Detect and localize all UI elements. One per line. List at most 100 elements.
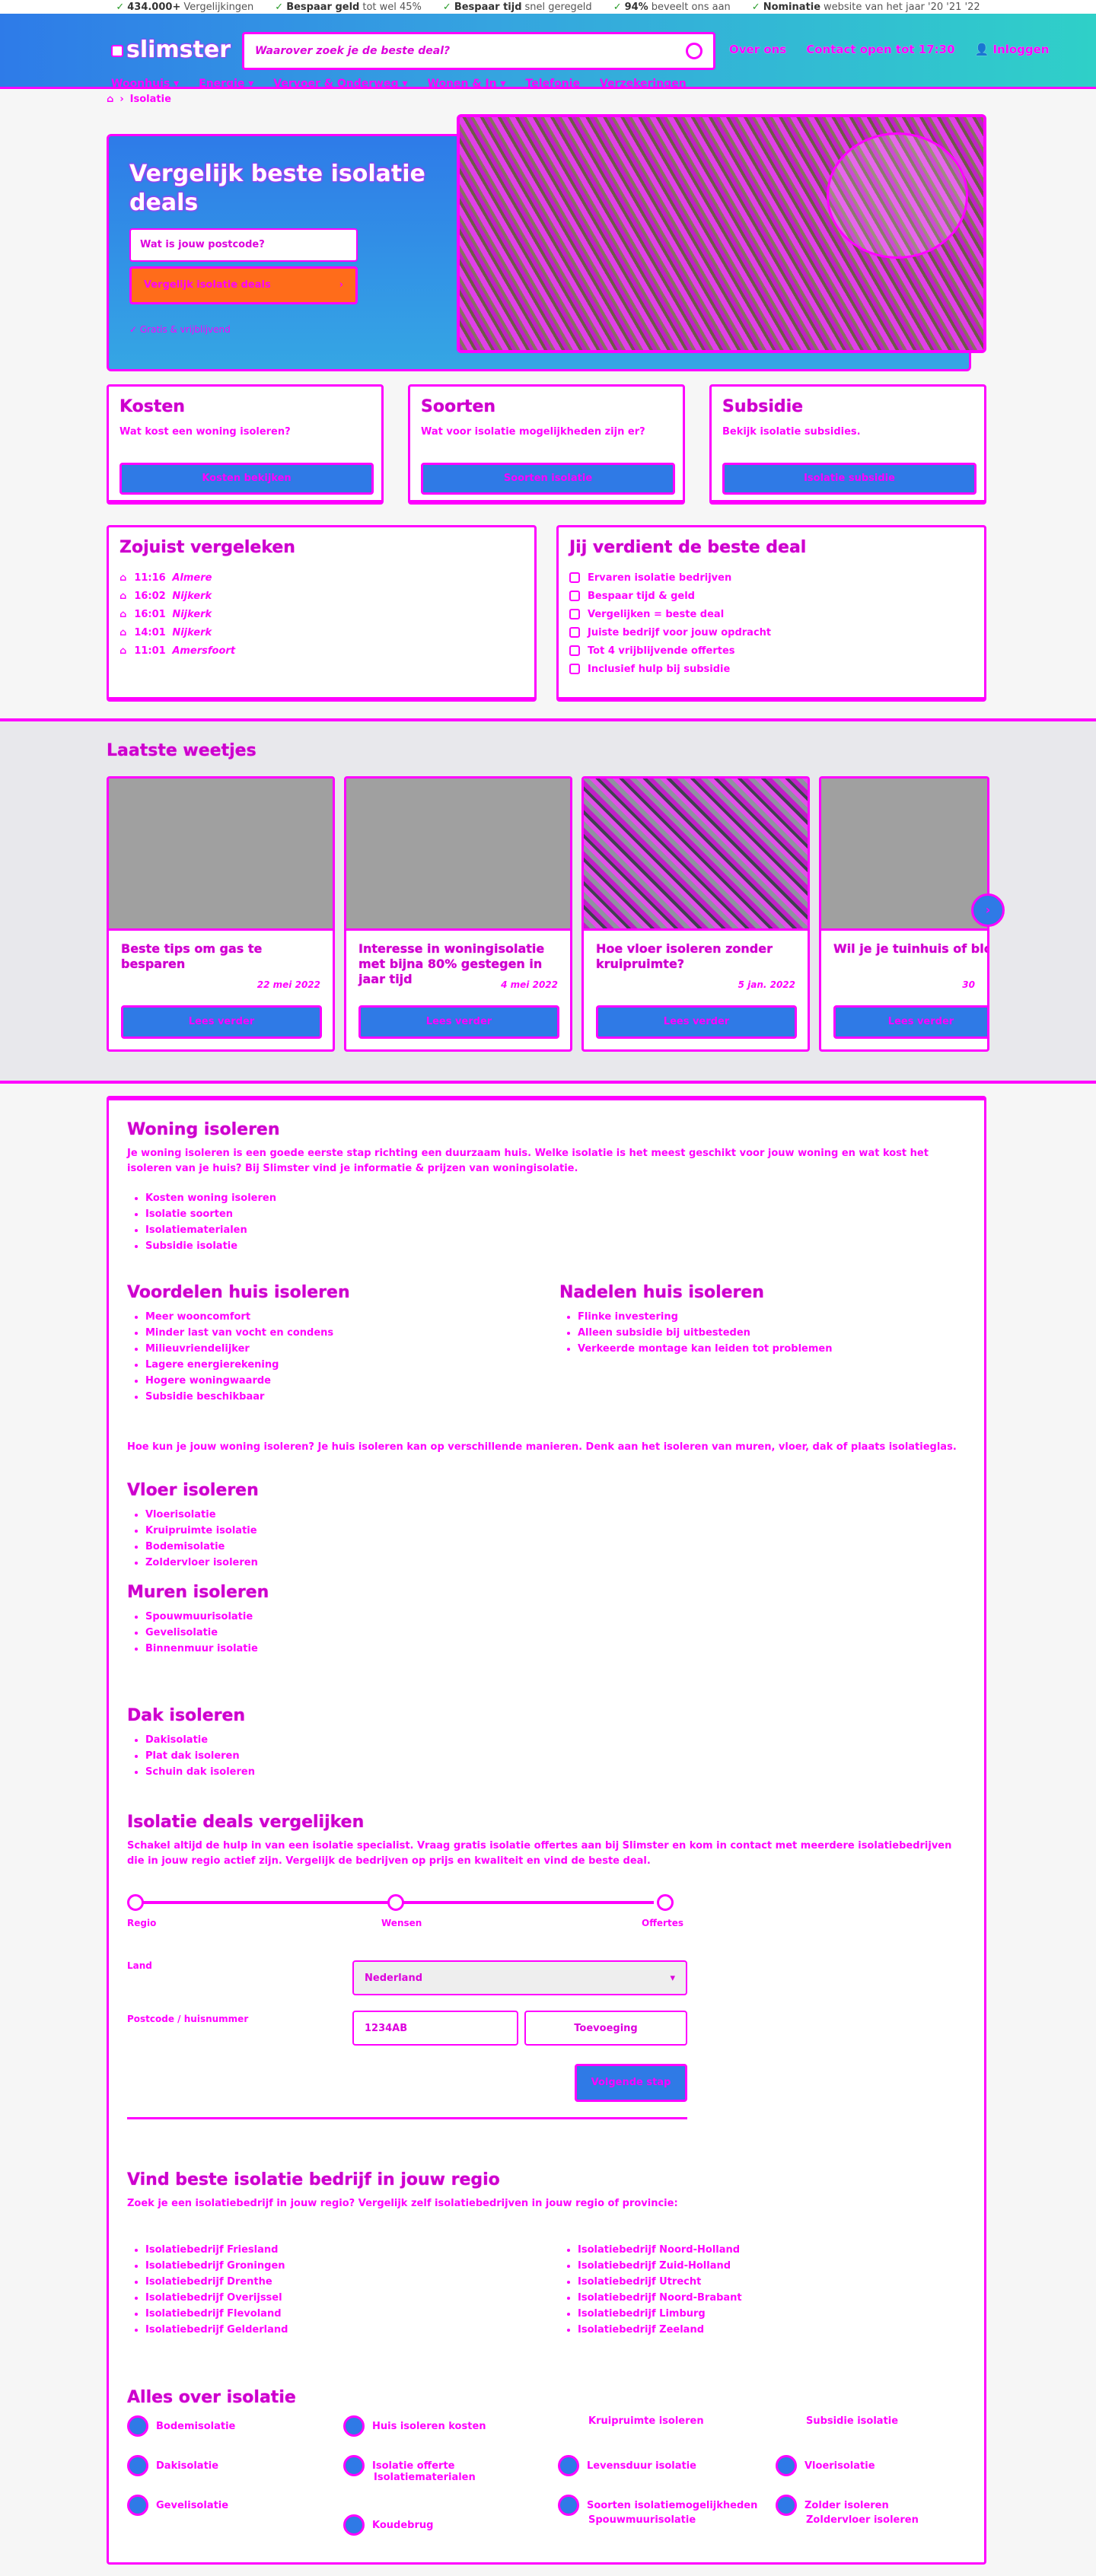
postcode-input[interactable]: Wat is jouw postcode? xyxy=(129,228,358,262)
topic-label: Zoldervloer isoleren xyxy=(806,2514,919,2526)
list-link[interactable]: Spouwmuurisolatie xyxy=(145,1609,258,1625)
article-image xyxy=(109,779,333,931)
topic-link[interactable]: Koudebrug xyxy=(343,2514,433,2536)
search-icon[interactable] xyxy=(686,43,703,59)
list-link[interactable]: Isolatiebedrijf Gelderland xyxy=(145,2322,288,2338)
deal-text: Juiste bedrijf voor jouw opdracht xyxy=(588,626,772,638)
nav-item-verzekeringen[interactable]: Verzekeringen xyxy=(600,78,687,90)
card-button[interactable]: Soorten isolatie xyxy=(421,463,675,495)
list-link[interactable]: Isolatiebedrijf Drenthe xyxy=(145,2274,288,2290)
topic-link[interactable]: Levensduur isolatie xyxy=(558,2455,696,2476)
article-card[interactable]: Beste tips om gas te besparen 22 mei 202… xyxy=(107,776,335,1052)
list-link[interactable]: Isolatiebedrijf Groningen xyxy=(145,2258,288,2274)
article-card[interactable]: Wil je je tuinhuis of blokhut isoleren? … xyxy=(819,776,989,1052)
list-link[interactable]: Isolatiebedrijf Noord-Holland xyxy=(578,2242,742,2258)
nav-item-wonen[interactable]: Wonen & In ▾ xyxy=(428,78,506,90)
check-icon: ✓ xyxy=(116,1,125,13)
card-button[interactable]: Isolatie subsidie xyxy=(722,463,977,495)
contact-link[interactable]: Contact open tot 17:30 xyxy=(806,43,954,56)
step-wensen[interactable] xyxy=(387,1894,404,1911)
read-more-button[interactable]: Lees verder xyxy=(358,1005,559,1039)
house-icon: ⌂ xyxy=(119,590,127,602)
topic-link[interactable]: Isolatiematerialen xyxy=(374,2472,476,2483)
list-link[interactable]: Isolatie soorten xyxy=(145,1206,276,1222)
logo-text: slimster xyxy=(126,37,231,63)
topic-link[interactable]: Zolder isoleren xyxy=(776,2495,889,2516)
login-link[interactable]: 👤 Inloggen xyxy=(975,43,1050,56)
article-card[interactable]: Hoe vloer isoleren zonder kruipruimte? 5… xyxy=(581,776,810,1052)
list-link[interactable]: Isolatiebedrijf Zuid-Holland xyxy=(578,2258,742,2274)
list-link[interactable]: Zoldervloer isoleren xyxy=(145,1555,258,1571)
topic-link[interactable]: Kruipruimte isoleren xyxy=(588,2415,704,2427)
list-link[interactable]: Bodemisolatie xyxy=(145,1539,258,1555)
list-link[interactable]: Dakisolatie xyxy=(145,1732,255,1748)
usp-strong: Nominatie xyxy=(763,1,821,13)
breadcrumb-current[interactable]: Isolatie xyxy=(130,94,171,105)
list-link[interactable]: Kruipruimte isolatie xyxy=(145,1523,258,1539)
list-link[interactable]: Isolatiematerialen xyxy=(145,1222,276,1238)
usp-item: ✓ Bespaar tijd snel geregeld xyxy=(443,2,592,13)
step-offertes[interactable] xyxy=(657,1894,674,1911)
list-link[interactable]: Vloerisolatie xyxy=(145,1507,258,1523)
topic-label: Soorten isolatiemogelijkheden xyxy=(587,2499,758,2511)
check-icon: ✓ xyxy=(442,1,451,13)
list-item: Vergelijken = beste deal xyxy=(569,605,771,623)
list-link[interactable]: Isolatiebedrijf Limburg xyxy=(578,2306,742,2322)
nav-item-energie[interactable]: Energie ▾ xyxy=(199,78,253,90)
article-title[interactable]: Wil je je tuinhuis of blokhut isoleren? xyxy=(833,941,987,975)
list-link[interactable]: Gevelisolatie xyxy=(145,1625,258,1641)
topic-link[interactable]: Gevelisolatie xyxy=(127,2495,228,2516)
step-regio[interactable] xyxy=(127,1894,144,1911)
card-title: Soorten xyxy=(421,397,496,416)
list-link[interactable]: Isolatiebedrijf Friesland xyxy=(145,2242,288,2258)
about-link[interactable]: Over ons xyxy=(729,43,786,56)
carousel-next-button[interactable]: › xyxy=(971,893,1005,927)
card-button[interactable]: Kosten bekijken xyxy=(119,463,374,495)
list-link[interactable]: Isolatiebedrijf Overijssel xyxy=(145,2290,288,2306)
toevoeging-field[interactable]: Toevoeging xyxy=(524,2011,687,2046)
article-card[interactable]: Interesse in woningisolatie met bijna 80… xyxy=(344,776,572,1052)
list-link[interactable]: Plat dak isoleren xyxy=(145,1748,255,1764)
topic-label: Isolatiematerialen xyxy=(374,2472,476,2483)
nav-item-woonhuis[interactable]: Woonhuis ▾ xyxy=(111,78,179,90)
topic-link[interactable]: Soorten isolatiemogelijkheden xyxy=(558,2495,757,2516)
house-icon: ⌂ xyxy=(119,645,127,657)
search-input[interactable]: Waarover zoek je de beste deal? xyxy=(242,32,715,70)
list-link[interactable]: Isolatiebedrijf Utrecht xyxy=(578,2274,742,2290)
article-title[interactable]: Interesse in woningisolatie met bijna 80… xyxy=(358,941,558,986)
topic-link[interactable]: Zoldervloer isoleren xyxy=(806,2514,919,2526)
list-link[interactable]: Schuin dak isoleren xyxy=(145,1764,255,1780)
article-title[interactable]: Hoe vloer isoleren zonder kruipruimte? xyxy=(596,941,795,975)
read-more-button[interactable]: Lees verder xyxy=(833,1005,987,1039)
usp-strong: 434.000+ xyxy=(127,1,181,13)
list-item: ⌂ 11:01 Amersfoort xyxy=(119,642,235,660)
list-link[interactable]: Binnenmuur isolatie xyxy=(145,1641,258,1657)
topic-link[interactable]: Spouwmuurisolatie xyxy=(588,2514,696,2526)
usp-item: ✓ Nominatie website van het jaar '20 '21 '… xyxy=(752,2,980,13)
topic-icon xyxy=(558,2495,579,2516)
list-link[interactable]: Isolatiebedrijf Noord-Brabant xyxy=(578,2290,742,2306)
postcode-label: Postcode / huisnummer xyxy=(127,2014,249,2024)
postcode-field[interactable]: 1234AB xyxy=(352,2011,518,2046)
topic-link[interactable]: Huis isoleren kosten xyxy=(343,2415,486,2437)
list-link[interactable]: Kosten woning isoleren xyxy=(145,1190,276,1206)
list-link[interactable]: Isolatiebedrijf Zeeland xyxy=(578,2322,742,2338)
topic-link[interactable]: Bodemisolatie xyxy=(127,2415,235,2437)
topic-link[interactable]: Subsidie isolatie xyxy=(806,2415,898,2427)
compare-button[interactable]: Vergelijk isolatie deals › xyxy=(129,266,358,304)
next-step-button[interactable]: Volgende stap xyxy=(575,2064,687,2102)
read-more-button[interactable]: Lees verder xyxy=(596,1005,797,1039)
article-title[interactable]: Beste tips om gas te besparen xyxy=(121,941,320,975)
list-link[interactable]: Subsidie isolatie xyxy=(145,1238,276,1254)
nav-item-telefonie[interactable]: Telefonie xyxy=(526,78,580,90)
topic-link[interactable]: Dakisolatie xyxy=(127,2455,218,2476)
nav-item-vervoer[interactable]: Vervoer & Onderweg ▾ xyxy=(273,78,407,90)
land-select[interactable]: Nederland ▾ xyxy=(352,1960,687,1995)
list-link[interactable]: Isolatiebedrijf Flevoland xyxy=(145,2306,288,2322)
read-more-button[interactable]: Lees verder xyxy=(121,1005,322,1039)
logo[interactable]: slimster xyxy=(111,37,231,63)
topic-icon xyxy=(343,2514,365,2536)
recent-time: 11:16 xyxy=(134,572,166,584)
topic-link[interactable]: Vloerisolatie xyxy=(776,2455,875,2476)
home-icon[interactable]: ⌂ xyxy=(107,94,113,105)
